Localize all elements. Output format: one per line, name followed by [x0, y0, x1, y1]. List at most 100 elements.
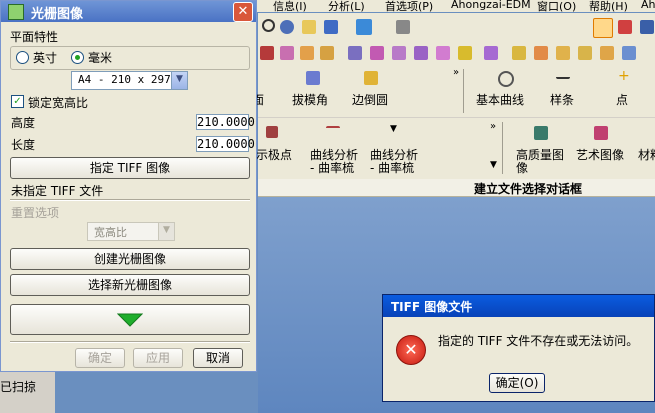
apply-button[interactable]: 应用	[133, 348, 183, 368]
lock-aspect-label[interactable]: 锁定宽高比	[28, 94, 88, 111]
radio-inch[interactable]	[16, 51, 29, 64]
paper-size-select[interactable]: A4 - 210 x 297 ▼	[71, 71, 188, 90]
tool-icon[interactable]	[512, 46, 526, 60]
ok-button[interactable]: 确定	[75, 348, 125, 368]
height-field[interactable]: 210.0000	[196, 114, 255, 130]
ribbon-hq-image-2: 像	[516, 161, 529, 175]
tool-icon[interactable]	[534, 46, 548, 60]
chevron-down-icon: ▼	[158, 223, 174, 240]
specify-tiff-button[interactable]: 指定 TIFF 图像	[10, 157, 250, 179]
tool-icon[interactable]	[414, 46, 428, 60]
tool-icon[interactable]	[436, 46, 450, 60]
axis-icon[interactable]	[640, 20, 654, 34]
menu-analysis[interactable]: 分析(L)	[328, 0, 365, 12]
paper-size-value: A4 - 210 x 297	[78, 73, 171, 86]
left-status-text: 已扫掠	[0, 380, 37, 394]
ribbon-art-image[interactable]: 艺术图像	[576, 146, 624, 163]
unit-group: 英寸 毫米	[10, 46, 250, 70]
menu-ahongzai[interactable]: Ahongzai-EDM	[451, 0, 531, 11]
shaded-cube-icon[interactable]	[356, 19, 372, 35]
snap-point-icon[interactable]	[593, 18, 613, 38]
hq-image-icon	[534, 126, 548, 140]
render-icon[interactable]	[396, 20, 410, 34]
tool-icon[interactable]	[556, 46, 570, 60]
error-icon: ✕	[396, 335, 426, 365]
reset-options-label: 重置选项	[11, 206, 60, 220]
select-icon[interactable]	[618, 20, 632, 34]
app-toolbar-1	[258, 13, 655, 42]
tool-icon[interactable]	[300, 46, 314, 60]
pole-icon	[266, 126, 278, 138]
ribbon-draft-angle[interactable]: 拔模角	[292, 91, 328, 108]
ribbon-expand-icon[interactable]: »	[453, 67, 459, 78]
radio-mm[interactable]	[71, 51, 84, 64]
divider	[10, 341, 250, 343]
close-button[interactable]: ✕	[233, 2, 253, 22]
ribbon-separator	[463, 69, 464, 113]
dropdown-icon[interactable]: ▼	[490, 160, 497, 170]
ribbon-spline[interactable]: 样条	[550, 91, 574, 108]
menu-extra[interactable]: Ah	[641, 0, 655, 11]
zoom-icon[interactable]	[262, 19, 275, 32]
ribbon-material[interactable]: 材料	[638, 146, 655, 163]
ribbon-row-1: + 面 拔模角 边倒圆 基本曲线 样条 点 »	[252, 65, 655, 117]
tool-icon[interactable]	[260, 46, 274, 60]
aspect-select-value: 宽高比	[94, 226, 127, 239]
expand-button[interactable]	[10, 304, 250, 335]
select-new-raster-button[interactable]: 选择新光栅图像	[10, 274, 250, 296]
green-down-arrow-icon	[116, 313, 144, 327]
app-toolbar-2	[258, 41, 655, 66]
ribbon-row-2: ▼ 示极点 曲线分析 - 曲率梳 曲线分析 - 曲率梳 高质量图 像 艺术图像 …	[256, 117, 655, 180]
tool-icon[interactable]	[578, 46, 592, 60]
tool-icon[interactable]	[280, 46, 294, 60]
cancel-button[interactable]: 取消	[193, 348, 243, 368]
message-text: 指定的 TIFF 文件不存在或无法访问。	[438, 334, 639, 348]
radio-inch-label[interactable]: 英寸	[33, 49, 57, 66]
status-bar: 建立文件选择对话框	[258, 179, 655, 197]
create-raster-button[interactable]: 创建光栅图像	[10, 248, 250, 270]
left-status-strip: 已扫掠	[0, 372, 55, 413]
dialog-title: 光栅图像	[31, 7, 84, 22]
tool-icon[interactable]	[458, 46, 472, 60]
menu-window[interactable]: 窗口(O)	[537, 0, 576, 12]
art-image-icon	[594, 126, 608, 140]
tool-icon[interactable]	[370, 46, 384, 60]
dialog-titlebar[interactable]: 光栅图像 ✕	[1, 1, 256, 22]
length-field[interactable]: 210.0000	[196, 136, 255, 152]
view-icon[interactable]	[324, 20, 338, 34]
divider	[10, 199, 250, 201]
tool-icon[interactable]	[320, 46, 334, 60]
curvature-comb-icon	[326, 126, 340, 136]
ribbon-curvature-comb-2: - 曲率梳	[370, 161, 415, 175]
edge-blend-icon	[364, 71, 378, 85]
chevron-down-icon[interactable]: ▼	[171, 72, 187, 89]
status-text: 建立文件选择对话框	[474, 182, 583, 196]
menu-help[interactable]: 帮助(H)	[589, 0, 628, 12]
ribbon-basic-curve[interactable]: 基本曲线	[476, 91, 524, 108]
tiff-status-text: 未指定 TIFF 文件	[11, 184, 104, 198]
dropdown-icon[interactable]: ▼	[390, 124, 397, 134]
pan-icon[interactable]	[302, 20, 316, 34]
ribbon-edge-blend[interactable]: 边倒圆	[352, 91, 388, 108]
ribbon-expand-icon[interactable]: »	[490, 121, 496, 132]
app-menubar: 信息(I) 分析(L) 首选项(P) Ahongzai-EDM 窗口(O) 帮助…	[255, 0, 655, 12]
ribbon-separator	[502, 122, 503, 174]
menu-preferences[interactable]: 首选项(P)	[385, 0, 433, 12]
tool-icon[interactable]	[622, 46, 636, 60]
app-icon	[8, 4, 24, 20]
tool-icon[interactable]	[348, 46, 362, 60]
menu-info[interactable]: 信息(I)	[273, 0, 307, 12]
section-label: 平面特性	[10, 30, 59, 44]
ribbon-show-pole[interactable]: 示极点	[256, 146, 292, 163]
message-titlebar[interactable]: TIFF 图像文件	[383, 295, 654, 317]
ribbon-point[interactable]: 点	[616, 91, 628, 108]
lock-aspect-checkbox[interactable]: ✓	[11, 95, 24, 108]
aspect-select: 宽高比 ▼	[87, 222, 175, 241]
rotate-icon[interactable]	[280, 20, 294, 34]
tool-icon[interactable]	[600, 46, 614, 60]
tool-icon[interactable]	[484, 46, 498, 60]
message-ok-button[interactable]: 确定(O)	[489, 373, 545, 393]
tool-icon[interactable]	[392, 46, 406, 60]
radio-mm-label[interactable]: 毫米	[88, 49, 112, 66]
spline-icon	[556, 71, 570, 79]
